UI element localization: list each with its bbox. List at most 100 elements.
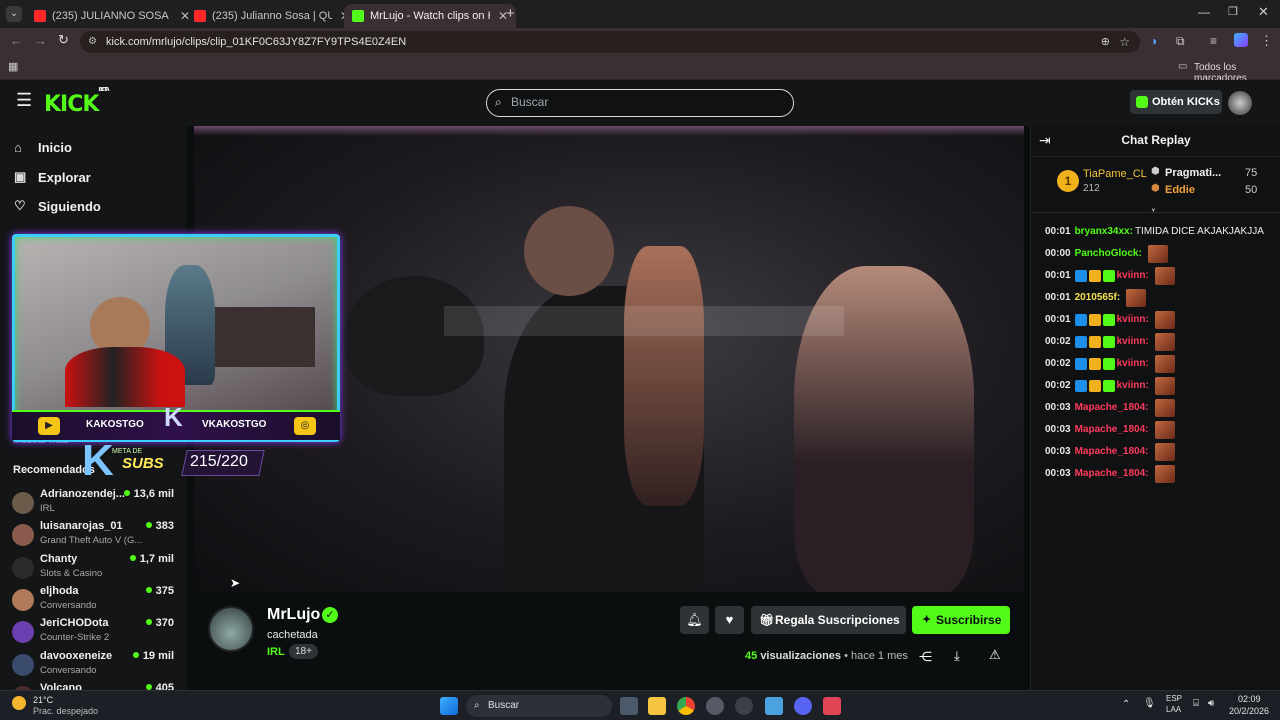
message-username[interactable]: Mapache_1804: bbox=[1075, 466, 1149, 482]
reading-list-icon[interactable]: ≡ bbox=[1210, 34, 1217, 48]
chrome-icon[interactable] bbox=[677, 697, 695, 715]
follow-button[interactable]: ♥ bbox=[715, 606, 744, 634]
download-icon[interactable]: ⤓ bbox=[954, 648, 960, 664]
viewer-count: 19 mil bbox=[133, 650, 174, 662]
message-username[interactable]: Mapache_1804: bbox=[1075, 400, 1149, 416]
nav-following[interactable]: ♡ Siguiendo bbox=[14, 198, 101, 214]
rank-badge: 1 bbox=[1057, 170, 1079, 192]
chat-badge-icon bbox=[1088, 380, 1101, 392]
chat-message: 00:03 Mapache_1804: bbox=[1045, 420, 1280, 440]
channel-name: Adrianozendej... bbox=[40, 488, 125, 500]
channel-avatar[interactable] bbox=[208, 606, 254, 652]
recommended-channel[interactable]: Adrianozendej... IRL 13,6 mil bbox=[12, 488, 178, 518]
share-icon[interactable]: ⋲ bbox=[919, 649, 932, 665]
new-tab-button[interactable]: + bbox=[506, 5, 515, 22]
message-username[interactable]: Mapache_1804: bbox=[1075, 422, 1149, 438]
file-explorer-icon[interactable] bbox=[648, 697, 666, 715]
url-input[interactable]: ⚙ kick.com/mrlujo/clips/clip_01KF0C63JY8… bbox=[80, 31, 1140, 53]
network-icon[interactable]: ⌸ bbox=[1193, 698, 1199, 709]
get-kicks-button[interactable]: Obtén KICKs bbox=[1130, 90, 1222, 114]
steam-icon[interactable] bbox=[735, 697, 753, 715]
reload-icon[interactable]: ↻ bbox=[58, 32, 69, 48]
apps-grid-icon[interactable]: ▦ bbox=[8, 60, 18, 73]
gift-subs-button[interactable]: 🎁︎ Regala Suscripciones bbox=[751, 606, 906, 634]
browser-tab[interactable]: MrLujo - Watch clips on Kick✕ bbox=[344, 4, 517, 28]
windows-start-icon[interactable] bbox=[440, 697, 458, 715]
app-icon[interactable] bbox=[706, 697, 724, 715]
zoom-icon[interactable]: ⊕ bbox=[1101, 31, 1110, 53]
recommended-channel[interactable]: JeriCHODota Counter-Strike 2 370 bbox=[12, 617, 178, 647]
browser-tab[interactable]: (235) Julianno Sosa | QUERIAN✕ bbox=[186, 4, 358, 28]
profile-icon[interactable] bbox=[1234, 33, 1248, 47]
nav-home[interactable]: ⌂ Inicio bbox=[14, 140, 72, 155]
report-icon[interactable]: ⚠ bbox=[989, 647, 1001, 663]
volume-icon[interactable]: 🔊︎ bbox=[1208, 698, 1214, 709]
message-username[interactable]: kviinn: bbox=[1117, 312, 1149, 328]
message-username[interactable]: kviinn: bbox=[1117, 268, 1149, 284]
back-icon[interactable]: ← bbox=[10, 33, 23, 48]
message-username[interactable]: bryanx34xx: bbox=[1075, 224, 1133, 240]
taskbar-search-icon: ⌕ bbox=[474, 700, 480, 711]
emote-icon bbox=[1154, 355, 1175, 373]
notifications-button[interactable]: 🔔︎ bbox=[680, 606, 709, 634]
weather-icon[interactable] bbox=[12, 696, 26, 710]
clip-title: cachetada bbox=[267, 629, 318, 641]
browser-tab[interactable]: (235) JULIANNO SOSA - LO + LE✕ bbox=[26, 4, 198, 28]
site-info-icon[interactable]: ⚙ bbox=[88, 31, 97, 53]
task-view-icon[interactable] bbox=[620, 697, 638, 715]
language-indicator[interactable]: ESP bbox=[1166, 694, 1182, 703]
bookmark-star-icon[interactable]: ☆ bbox=[1119, 31, 1130, 53]
tray-expand-icon[interactable]: ⌃ bbox=[1122, 699, 1130, 710]
kick-logo[interactable]: KICKBETA bbox=[44, 87, 110, 117]
app-red-icon[interactable] bbox=[823, 697, 841, 715]
menu-hamburger-icon[interactable]: ☰ bbox=[16, 90, 32, 111]
message-username[interactable]: 2010565f: bbox=[1075, 290, 1121, 306]
message-username[interactable]: Mapache_1804: bbox=[1075, 444, 1149, 460]
subs-goal-overlay: K META DE SUBS 215/220 bbox=[82, 436, 265, 485]
app-f-icon[interactable] bbox=[765, 697, 783, 715]
message-username[interactable]: kviinn: bbox=[1117, 334, 1149, 350]
channel-name[interactable]: MrLujo bbox=[267, 606, 320, 624]
browser-menu-icon[interactable]: ⋮ bbox=[1260, 33, 1273, 49]
extension-icon[interactable]: ◑ bbox=[1150, 34, 1157, 48]
top-gifter-name[interactable]: TiaPame_CL bbox=[1083, 168, 1147, 180]
subscribe-button[interactable]: ✦ Suscribirse bbox=[912, 606, 1010, 634]
category-link[interactable]: IRL bbox=[267, 646, 285, 658]
second-gifter-name[interactable]: Pragmati... bbox=[1165, 167, 1221, 179]
nav-browse[interactable]: ▣ Explorar bbox=[14, 169, 91, 185]
clock-time[interactable]: 02:09 bbox=[1238, 694, 1261, 704]
recommended-channel[interactable]: luisanarojas_01 Grand Theft Auto V (G... 3… bbox=[12, 520, 178, 550]
user-avatar[interactable] bbox=[1228, 91, 1252, 115]
bookmarks-bar: ▦ ▭ Todos los marcadores bbox=[0, 56, 1280, 84]
recommended-channel[interactable]: eljhoda Conversando 375 bbox=[12, 585, 178, 615]
forward-icon[interactable]: → bbox=[34, 33, 47, 48]
minimize-button[interactable]: — bbox=[1198, 5, 1210, 19]
close-window-button[interactable]: ✕ bbox=[1258, 4, 1269, 20]
chat-message: 00:03 Mapache_1804: bbox=[1045, 398, 1280, 418]
microphone-icon[interactable]: 🎙︎ bbox=[1143, 698, 1156, 709]
recommended-channel[interactable]: Chanty Slots & Casino 1,7 mil bbox=[12, 553, 178, 583]
clock-date: 20/2/2026 bbox=[1229, 706, 1270, 716]
chat-title: Chat Replay bbox=[1121, 133, 1191, 147]
taskbar-search[interactable]: ⌕ Buscar bbox=[466, 695, 612, 717]
recommended-channel[interactable]: davooxeneize Conversando 19 mil bbox=[12, 650, 178, 680]
chat-divider bbox=[1031, 156, 1280, 157]
weather-desc: Prac. despejado bbox=[33, 706, 99, 716]
channel-avatar bbox=[12, 653, 34, 676]
emote-icon bbox=[1154, 421, 1175, 439]
tab-search-button[interactable]: ⌄ bbox=[6, 6, 22, 22]
third-gifter-name[interactable]: Eddie bbox=[1165, 184, 1195, 196]
tab-title: MrLujo - Watch clips on Kick bbox=[370, 10, 490, 22]
message-username[interactable]: PanchoGlock: bbox=[1075, 246, 1142, 262]
search-input[interactable]: ⌕ Buscar bbox=[486, 89, 794, 117]
chat-badge-icon bbox=[1102, 314, 1115, 326]
browser-tab-bar: ⌄ (235) JULIANNO SOSA - LO + LE✕(235) Ju… bbox=[0, 0, 1280, 28]
emote-icon bbox=[1154, 377, 1175, 395]
star-icon: ✦ bbox=[922, 614, 932, 626]
message-username[interactable]: kviinn: bbox=[1117, 378, 1149, 394]
message-username[interactable]: kviinn: bbox=[1117, 356, 1149, 372]
maximize-button[interactable]: ❐ bbox=[1228, 5, 1238, 18]
overlay-right-name: VKAKOSTGO bbox=[202, 419, 267, 430]
extensions-puzzle-icon[interactable]: ⧉ bbox=[1176, 34, 1185, 49]
discord-icon[interactable] bbox=[794, 697, 812, 715]
